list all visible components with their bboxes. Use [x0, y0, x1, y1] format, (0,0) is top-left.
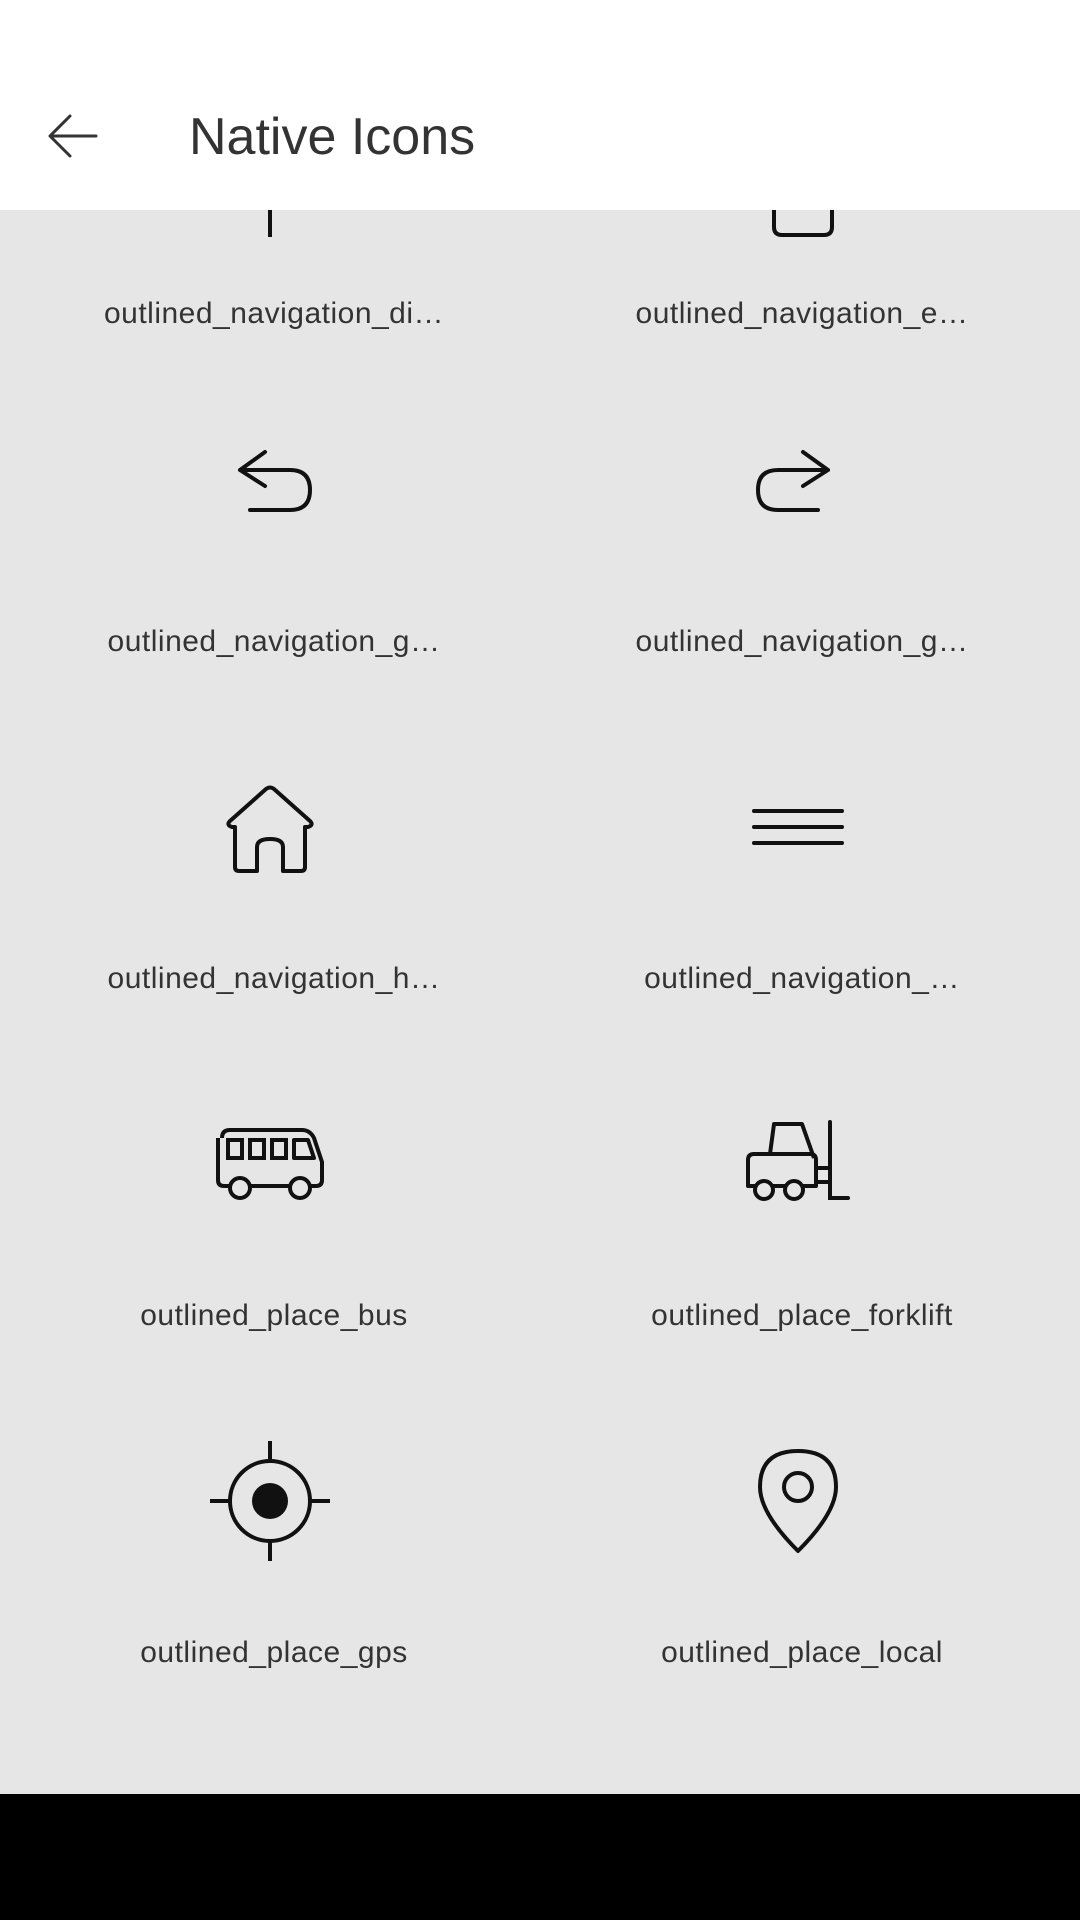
navigation-exit-icon [738, 210, 858, 237]
icon-cell[interactable]: outlined_navigation_h… [0, 731, 540, 1068]
icon-cell[interactable]: outlined_place_forklift [528, 1068, 1068, 1405]
navigation-go-forward-icon [738, 430, 858, 550]
forklift-icon [738, 1104, 858, 1224]
navigation-home-icon [210, 767, 330, 887]
icon-grid[interactable]: outlined_navigation_di… outlined_navigat… [0, 210, 1080, 1794]
icon-label: outlined_place_bus [140, 1299, 408, 1332]
icon-label: outlined_place_local [661, 1636, 943, 1669]
navigation-direction-icon [210, 210, 330, 237]
icon-cell[interactable]: outlined_place_gps [0, 1405, 540, 1742]
page-title: Native Icons [189, 108, 476, 166]
navigation-go-back-icon [210, 430, 330, 550]
arrow-back-icon [48, 114, 98, 158]
bus-icon [210, 1104, 330, 1224]
app-bar: Native Icons [0, 0, 1080, 210]
gps-icon [210, 1441, 330, 1561]
location-pin-icon [738, 1441, 858, 1561]
app-screen: Native Icons outlined_navigation_di… out… [0, 0, 1080, 1920]
icon-cell[interactable]: outlined_navigation_g… [528, 394, 1068, 731]
icon-cell[interactable]: outlined_place_bus [0, 1068, 540, 1405]
navigation-menu-icon [738, 767, 858, 887]
icon-label: outlined_navigation_di… [103, 297, 445, 330]
icon-label: outlined_place_forklift [651, 1299, 953, 1332]
icon-cell[interactable]: outlined_navigation_di… [0, 210, 540, 394]
icon-cell[interactable]: outlined_place_local [528, 1405, 1068, 1742]
back-button[interactable] [40, 105, 106, 167]
icon-label: outlined_navigation_… [644, 962, 960, 995]
icon-label: outlined_navigation_e… [635, 297, 969, 330]
icon-label: outlined_navigation_g… [635, 625, 969, 658]
icon-label: outlined_navigation_g… [107, 625, 441, 658]
icon-label: outlined_place_gps [140, 1636, 408, 1669]
icon-cell[interactable]: outlined_navigation_… [528, 731, 1068, 1068]
icon-label: outlined_navigation_h… [107, 962, 441, 995]
system-navigation-bar [0, 1794, 1080, 1920]
icon-cell[interactable]: outlined_navigation_e… [528, 210, 1068, 394]
icon-cell[interactable]: outlined_navigation_g… [0, 394, 540, 731]
